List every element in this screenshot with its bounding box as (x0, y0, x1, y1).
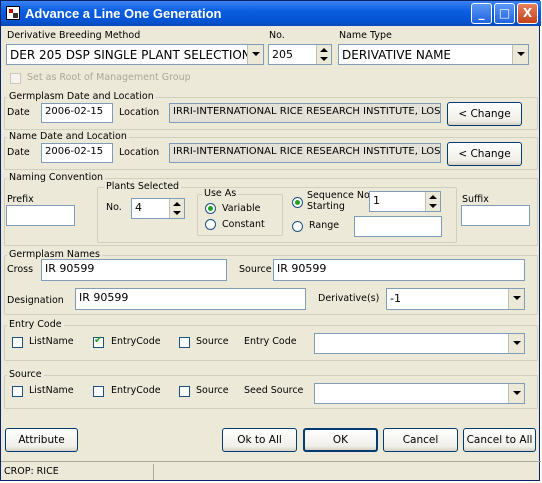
breeding-method-dropdown[interactable]: DER 205 DSP SINGLE PLANT SELECTION (6, 44, 264, 65)
constant-label: Constant (222, 219, 265, 230)
seed-source-label: Seed Source (244, 385, 304, 396)
entry-entrycode-label: EntryCode (111, 336, 161, 347)
entry-listname-checkbox[interactable] (12, 337, 23, 348)
entry-code-title: Entry Code (7, 319, 64, 330)
crop-status: CROP: RICE (4, 466, 59, 477)
entry-source-checkbox[interactable] (179, 337, 190, 348)
plants-no-value: 4 (135, 201, 142, 214)
ok-to-all-button[interactable]: Ok to All (222, 428, 297, 452)
prefix-input[interactable] (6, 205, 75, 226)
entry-source-label: Source (196, 336, 229, 347)
plants-no-stepper[interactable]: 4 (131, 198, 185, 219)
designation-label: Designation (7, 295, 64, 306)
ok-button[interactable]: OK (303, 428, 378, 452)
chevron-down-icon[interactable] (508, 384, 524, 403)
chevron-down-icon[interactable] (508, 334, 524, 353)
variable-radio[interactable] (205, 203, 216, 214)
plants-no-label: No. (106, 202, 122, 213)
suffix-input[interactable] (461, 205, 530, 226)
range-label: Range (309, 220, 340, 231)
status-divider (153, 464, 154, 480)
range-input[interactable] (354, 216, 442, 237)
germplasm-date-label: Date (7, 107, 30, 118)
root-checkbox-label: Set as Root of Management Group (27, 72, 191, 83)
naming-convention-title: Naming Convention (7, 172, 106, 183)
method-no-label: No. (269, 30, 285, 41)
source-entrycode-checkbox[interactable] (93, 386, 104, 397)
seed-source-dropdown[interactable] (314, 383, 525, 404)
germplasm-date-title: Germplasm Date and Location (7, 91, 156, 102)
germplasm-change-button[interactable]: < Change (447, 102, 522, 126)
source-source-label: Source (196, 385, 229, 396)
plants-selected-title: Plants Selected (104, 181, 182, 192)
attribute-button[interactable]: Attribute (5, 428, 78, 452)
source-source-checkbox[interactable] (179, 386, 190, 397)
source-group-title: Source (7, 369, 44, 380)
sequence-radio[interactable] (292, 197, 303, 208)
designation-field[interactable]: IR 90599 (75, 288, 306, 310)
name-date-label: Date (7, 147, 30, 158)
sequence-start-value: 1 (373, 194, 380, 207)
name-type-label: Name Type (339, 30, 392, 41)
variable-label: Variable (222, 203, 261, 214)
germplasm-date-field[interactable]: 2006-02-15 (41, 103, 113, 123)
name-location-label: Location (119, 147, 160, 158)
name-date-title: Name Date and Location (7, 131, 129, 142)
method-no-value: 205 (272, 48, 293, 61)
prefix-label: Prefix (7, 194, 34, 205)
source-listname-label: ListName (29, 385, 74, 396)
chevron-down-icon[interactable] (512, 45, 528, 64)
name-change-button[interactable]: < Change (447, 142, 522, 166)
name-date-field[interactable]: 2006-02-15 (41, 143, 113, 163)
app-icon (6, 6, 20, 20)
window-title: Advance a Line One Generation (25, 6, 222, 21)
dialog-window: Advance a Line One Generation _ □ X Deri… (0, 0, 541, 483)
breeding-method-label: Derivative Breeding Method (7, 30, 141, 41)
starting-label: Starting (307, 201, 345, 212)
germplasm-location-field[interactable]: IRRI-INTERNATIONAL RICE RESEARCH INSTITU… (169, 103, 441, 123)
use-as-title: Use As (202, 188, 239, 199)
source-entrycode-label: EntryCode (111, 385, 161, 396)
entry-listname-label: ListName (29, 336, 74, 347)
derivative-label: Derivative(s) (318, 293, 380, 304)
germplasm-location-label: Location (119, 107, 160, 118)
close-button[interactable]: X (517, 3, 538, 24)
root-checkbox[interactable] (10, 73, 21, 84)
title-bar[interactable]: Advance a Line One Generation _ □ X (1, 1, 541, 26)
name-type-dropdown[interactable]: DERIVATIVE NAME (338, 44, 529, 65)
maximize-button[interactable]: □ (494, 3, 515, 24)
status-bar: CROP: RICE (1, 461, 541, 483)
cancel-to-all-button[interactable]: Cancel to All (463, 428, 536, 452)
cross-label: Cross (7, 264, 34, 275)
entry-code-field-label: Entry Code (244, 336, 297, 347)
method-no-stepper[interactable]: 205 (268, 44, 332, 65)
spin-arrows-icon[interactable] (169, 199, 184, 218)
breeding-method-value: DER 205 DSP SINGLE PLANT SELECTION (10, 48, 251, 62)
cancel-button[interactable]: Cancel (383, 428, 458, 452)
source-name-field[interactable]: IR 90599 (273, 259, 525, 281)
name-location-field[interactable]: IRRI-INTERNATIONAL RICE RESEARCH INSTITU… (169, 143, 441, 163)
entry-code-dropdown[interactable] (314, 333, 525, 354)
spin-arrows-icon[interactable] (425, 192, 440, 211)
spin-arrows-icon[interactable] (316, 45, 331, 64)
constant-radio[interactable] (205, 219, 216, 230)
derivative-dropdown[interactable]: -1 (386, 288, 525, 310)
chevron-down-icon[interactable] (247, 45, 263, 64)
derivative-value: -1 (390, 292, 401, 305)
source-name-label: Source (239, 264, 272, 275)
range-radio[interactable] (292, 221, 303, 232)
source-listname-checkbox[interactable] (12, 386, 23, 397)
name-type-value: DERIVATIVE NAME (342, 48, 452, 62)
minimize-button[interactable]: _ (471, 3, 492, 24)
cross-field[interactable]: IR 90599 (41, 259, 227, 281)
suffix-label: Suffix (462, 194, 489, 205)
sequence-label: Sequence No (307, 190, 370, 201)
chevron-down-icon[interactable] (508, 289, 524, 309)
entry-entrycode-checkbox[interactable] (93, 335, 104, 348)
sequence-start-stepper[interactable]: 1 (369, 191, 441, 212)
